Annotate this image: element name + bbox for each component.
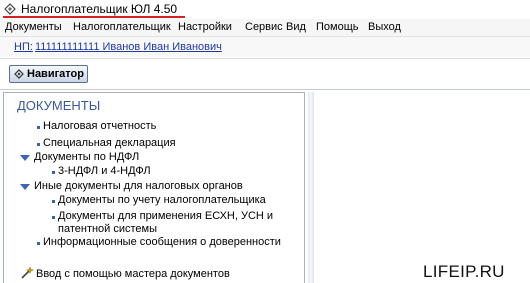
bullet-icon bbox=[52, 200, 55, 203]
bullet-icon bbox=[52, 216, 55, 219]
splitter-handle[interactable] bbox=[308, 92, 314, 283]
tree-group-other-docs[interactable]: Иные документы для налоговых органов bbox=[34, 180, 243, 193]
navigator-button[interactable]: Навигатор bbox=[9, 65, 88, 83]
expand-arrow-icon[interactable] bbox=[20, 184, 30, 190]
navigator-label: Навигатор bbox=[27, 68, 84, 80]
bullet-icon bbox=[52, 171, 55, 174]
title-underline bbox=[3, 16, 185, 18]
taxpayer-bar: НП: 111111111111 Иванов Иван Иванович bbox=[0, 37, 530, 57]
divider bbox=[0, 58, 530, 59]
expand-arrow-icon[interactable] bbox=[20, 155, 30, 161]
taxpayer-link[interactable]: 111111111111 Иванов Иван Иванович bbox=[35, 41, 222, 53]
tree-item-special-declaration[interactable]: Специальная декларация bbox=[43, 137, 176, 150]
wizard-icon bbox=[21, 266, 34, 279]
bullet-icon bbox=[37, 126, 40, 129]
menu-help[interactable]: Помощь bbox=[316, 21, 359, 34]
menu-exit[interactable]: Выход bbox=[368, 21, 401, 34]
menu-documents[interactable]: Документы bbox=[5, 21, 62, 34]
tree-item-eshn-usn[interactable]: Документы для применения ЕСХН, УСН и bbox=[58, 210, 273, 223]
toolbar-divider bbox=[0, 89, 530, 90]
tree-item-tax-reporting[interactable]: Налоговая отчетность bbox=[43, 120, 156, 133]
panel-heading: ДОКУМЕНТЫ bbox=[17, 98, 101, 113]
bullet-icon bbox=[37, 143, 40, 146]
app-icon bbox=[4, 3, 16, 15]
tree-item-registration-docs[interactable]: Документы по учету налогоплательщика bbox=[58, 194, 266, 207]
menu-service[interactable]: Сервис bbox=[245, 21, 283, 34]
tree-item-eshn-usn-continued[interactable]: патентной системы bbox=[58, 223, 157, 236]
menu-settings[interactable]: Настройки bbox=[178, 21, 232, 34]
taxpayer-label[interactable]: НП: bbox=[14, 41, 33, 53]
navigator-icon bbox=[14, 69, 24, 79]
menu-taxpayer[interactable]: Налогоплательщик bbox=[73, 21, 171, 34]
window-title: Налогоплательщик ЮЛ 4.50 bbox=[21, 2, 178, 16]
wizard-link[interactable]: Ввод с помощью мастера документов bbox=[36, 268, 230, 281]
menu-bar: Документы Налогоплательщик Настройки Сер… bbox=[0, 19, 530, 37]
tree-item-power-of-attorney[interactable]: Информационные сообщения о доверенности bbox=[43, 236, 281, 249]
title-bar: Налогоплательщик ЮЛ 4.50 bbox=[0, 0, 530, 19]
watermark: LIFEIP.RU bbox=[423, 262, 505, 281]
menu-view[interactable]: Вид bbox=[286, 21, 306, 34]
bullet-icon bbox=[37, 242, 40, 245]
tree-item-3ndfl[interactable]: 3-НДФЛ и 4-НДФЛ bbox=[58, 165, 151, 178]
tree-group-ndfl[interactable]: Документы по НДФЛ bbox=[34, 151, 139, 164]
